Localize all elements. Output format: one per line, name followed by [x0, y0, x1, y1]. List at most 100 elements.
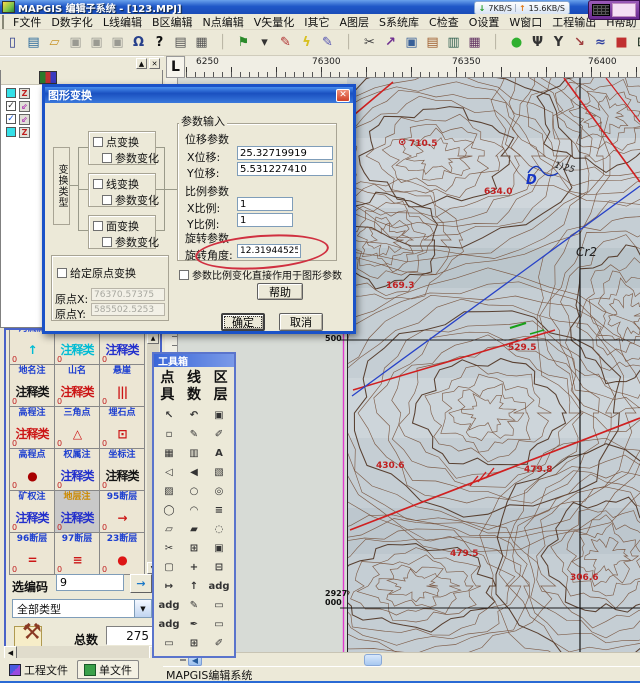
ime-status[interactable] [612, 3, 636, 17]
menu-item[interactable]: N点编辑 [198, 13, 249, 31]
menu-item[interactable]: F文件 [8, 13, 46, 31]
palette-cell[interactable]: 地层注 注释类 0 [55, 491, 100, 533]
menu-item[interactable]: W窗口 [504, 13, 547, 31]
list-icon[interactable]: ≡ [207, 501, 232, 520]
layer-row[interactable]: ✓ ⇙ [6, 113, 30, 125]
palette-cell[interactable]: 95断层 → 0 [100, 491, 145, 533]
raise-arrow-icon[interactable]: ↑ [182, 577, 207, 596]
palette-cell[interactable]: 96断层 = 0 [10, 533, 55, 575]
save-as-icon[interactable]: ▣ [107, 32, 128, 53]
table-b-icon[interactable]: ▨ [157, 482, 182, 501]
pick-node-icon[interactable]: ◁ [157, 463, 182, 482]
menu-item[interactable]: I其它 [299, 13, 334, 31]
adg-icon[interactable]: adg [207, 577, 232, 596]
checkbox-icon[interactable] [57, 268, 67, 278]
checkbox-icon[interactable] [179, 270, 189, 280]
stamp-red-icon[interactable]: ✎ [275, 32, 296, 53]
save-all-icon[interactable]: ▣ [86, 32, 107, 53]
palette-cell[interactable]: 高程注 注释类 0 [10, 407, 55, 449]
new-template-icon[interactable]: ▤ [23, 32, 44, 53]
cancel-button[interactable]: 取消 [279, 313, 323, 331]
checkbox-icon[interactable] [93, 137, 103, 147]
print-preview-icon[interactable]: ▤ [170, 32, 191, 53]
menu-item[interactable]: S系统库 [374, 13, 424, 31]
erase-icon[interactable]: ⊟ [207, 558, 232, 577]
chevron-down-icon[interactable]: ▼ [134, 600, 151, 617]
layer-checkbox[interactable] [6, 88, 16, 98]
circle-icon[interactable]: ○ [182, 482, 207, 501]
line-param-checkbox[interactable]: 参数变化 [102, 192, 159, 208]
attr-table2-icon[interactable]: ▥ [182, 444, 207, 463]
menu-item[interactable]: O设置 [464, 13, 505, 31]
circle-dot-icon[interactable]: ◎ [207, 482, 232, 501]
area-red-icon[interactable]: ■ [611, 32, 632, 53]
paste-icon[interactable]: ▤ [422, 32, 443, 53]
keyboard-icon[interactable] [592, 4, 610, 16]
toolbox-mode-button[interactable]: 线 [181, 370, 208, 387]
print-icon[interactable]: ▦ [191, 32, 212, 53]
separator[interactable]: │ [485, 32, 506, 53]
input-method-bar[interactable] [588, 0, 640, 20]
copy-icon[interactable]: ▣ [207, 539, 232, 558]
layer-checkbox[interactable]: ✓ [6, 101, 16, 111]
layer-row[interactable]: Z [6, 126, 30, 138]
doc-pen2-icon[interactable]: ▭ [157, 634, 182, 653]
scroll-thumb[interactable] [364, 654, 382, 666]
splitter-handle[interactable] [180, 659, 186, 661]
sketch-pencil-icon[interactable]: ✎ [182, 596, 207, 615]
tab-project-file[interactable]: 工程文件 [2, 660, 75, 679]
digitize-flag-icon[interactable]: ⚑ [233, 32, 254, 53]
apply-code-icon[interactable]: → [130, 574, 152, 593]
palette-cell[interactable]: 权属注 注释类 0 [55, 449, 100, 491]
palette-cell[interactable]: 三角点 △ 0 [55, 407, 100, 449]
ink-pen-icon[interactable]: ✒ [182, 615, 207, 634]
select-arrow-icon[interactable]: ↖ [157, 406, 182, 425]
cellgrid-icon[interactable]: ▦ [464, 32, 485, 53]
merge-tree-icon[interactable]: Y [548, 32, 569, 53]
select-code-input[interactable] [56, 574, 124, 591]
lightning-icon[interactable]: ϟ [296, 32, 317, 53]
text-annotate-icon[interactable]: A [207, 444, 232, 463]
undo-icon[interactable]: Ω [128, 32, 149, 53]
dialog-title-bar[interactable]: 图形变换 ✕ [45, 87, 353, 103]
toolbox-mode-button[interactable]: 数 [181, 387, 208, 404]
ellipse-icon[interactable]: ◯ [157, 501, 182, 520]
origin-transform-checkbox[interactable]: 给定原点变换 [57, 265, 136, 281]
point-transform-checkbox[interactable]: 点变换 [93, 134, 139, 150]
move-icon[interactable]: + [182, 558, 207, 577]
menu-item[interactable]: V矢量化 [249, 13, 300, 31]
y-disp-input[interactable] [237, 162, 333, 176]
palette-cell[interactable]: 山名 注释类 0 [55, 365, 100, 407]
doc-edit-icon[interactable]: ▭ [207, 596, 232, 615]
palette-cell[interactable]: 97断层 ≡ 0 [55, 533, 100, 575]
checkbox-icon[interactable] [102, 153, 112, 163]
close-icon[interactable]: ✕ [336, 89, 350, 102]
layer-row[interactable]: Z [6, 87, 30, 99]
parallelogram-icon[interactable]: ▱ [157, 520, 182, 539]
separator[interactable]: │ [212, 32, 233, 53]
pencil-add-icon[interactable]: ✐ [207, 425, 232, 444]
separator[interactable]: │ [338, 32, 359, 53]
flag-pen-icon[interactable]: ✐ [207, 634, 232, 653]
polyline-icon[interactable]: ≈ [590, 32, 611, 53]
palette-cell[interactable]: 地名注 注释类 0 [10, 365, 55, 407]
new-doc-icon[interactable]: ▯ [2, 32, 23, 53]
pick-node2-icon[interactable]: ◀ [182, 463, 207, 482]
adg2-icon[interactable]: adg [157, 596, 182, 615]
area-green-icon[interactable]: ● [506, 32, 527, 53]
tab-single-file[interactable]: 单文件 [77, 660, 139, 679]
palette-cell[interactable]: 坐标注 注释类 0 [100, 449, 145, 491]
scissors-icon[interactable]: ✂ [157, 539, 182, 558]
table-a-icon[interactable]: ▧ [207, 463, 232, 482]
offset-arrow-icon[interactable]: ↦ [157, 577, 182, 596]
point-param-checkbox[interactable]: 参数变化 [102, 150, 159, 166]
y-scale-input[interactable] [237, 213, 293, 227]
checkbox-icon[interactable] [102, 195, 112, 205]
cut-point-icon[interactable]: ✂ [359, 32, 380, 53]
area-param-checkbox[interactable]: 参数变化 [102, 234, 159, 250]
palette-cell[interactable]: 悬崖 ||| 0 [100, 365, 145, 407]
toolbox-mode-button[interactable]: 具 [154, 387, 181, 404]
line-transform-checkbox[interactable]: 线变换 [93, 176, 139, 192]
parallelogram-fill-icon[interactable]: ▰ [182, 520, 207, 539]
move-node-icon[interactable]: ↗ [380, 32, 401, 53]
